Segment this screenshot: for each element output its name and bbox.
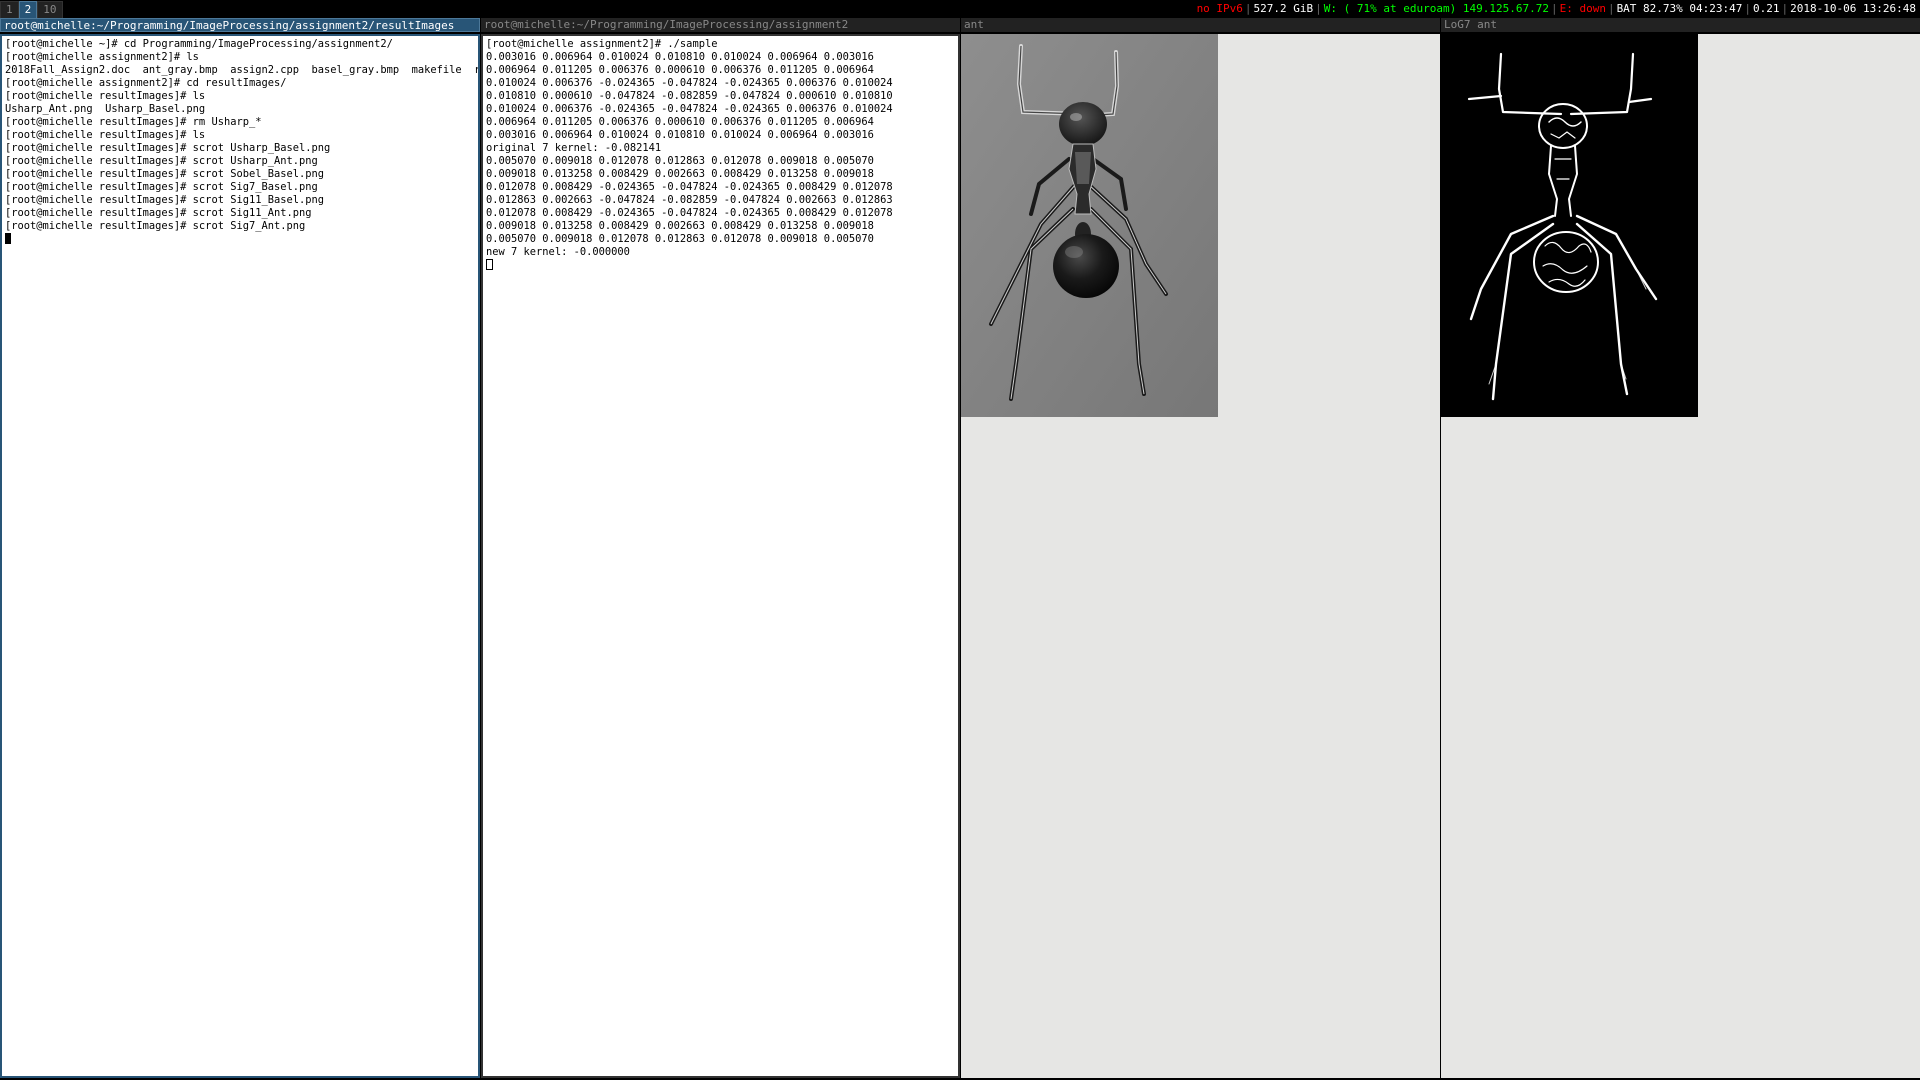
terminal-result-images[interactable]: [root@michelle ~]# cd Programming/ImageP… xyxy=(0,34,480,1078)
workspace-button-10[interactable]: 10 xyxy=(37,1,63,19)
terminal-line: [root@michelle resultImages]# scrot Sobe… xyxy=(5,168,325,180)
terminal-line: [root@michelle resultImages]# scrot Sig7… xyxy=(5,220,306,232)
terminal-prompt-line xyxy=(5,233,475,246)
kernel-row: 0.005070 0.009018 0.012078 0.012863 0.01… xyxy=(486,233,874,245)
log7-edge-map xyxy=(1441,34,1698,417)
separator: | xyxy=(1744,2,1752,15)
datetime-status: 2018-10-06 13:26:48 xyxy=(1790,2,1916,15)
window-title-ant-viewer[interactable]: ant xyxy=(961,18,1440,32)
terminal-cursor xyxy=(5,233,11,244)
i3-status-bar: 1 2 10 no IPv6 | 527.2 GiB | W: ( 71% at edu… xyxy=(0,0,1920,19)
disk-status: 527.2 GiB xyxy=(1253,2,1314,15)
status-line: no IPv6 | 527.2 GiB | W: ( 71% at eduroam) 1… xyxy=(1197,0,1916,18)
image-viewer-log7-ant[interactable] xyxy=(1441,34,1920,1078)
terminal-line: [root@michelle assignment2]# ls xyxy=(5,51,199,63)
terminal-line: [root@michelle resultImages]# scrot Sig7… xyxy=(5,181,318,193)
terminal-line: [root@michelle ~]# cd Programming/ImageP… xyxy=(5,38,393,50)
battery-status: BAT 82.73% 04:23:47 xyxy=(1616,2,1743,15)
ethernet-status: E: down xyxy=(1559,2,1606,15)
log7-edge-image xyxy=(1441,34,1698,417)
kernel-sum-line: new 7 kernel: -0.000000 xyxy=(486,246,630,258)
separator: | xyxy=(1550,2,1558,15)
separator: | xyxy=(1781,2,1789,15)
kernel-row: 0.012078 0.008429 -0.024365 -0.047824 -0… xyxy=(486,207,893,219)
terminal-line: [root@michelle resultImages]# scrot Sig1… xyxy=(5,194,325,206)
terminal-line: Usharp_Ant.png Usharp_Basel.png xyxy=(5,103,206,115)
terminal-cursor xyxy=(486,259,493,270)
terminal-line: [root@michelle assignment2]# ./sample xyxy=(486,38,718,50)
kernel-row: 0.012078 0.008429 -0.024365 -0.047824 -0… xyxy=(486,181,893,193)
kernel-row: 0.010024 0.006376 -0.024365 -0.047824 -0… xyxy=(486,103,893,115)
kernel-row: 0.005070 0.009018 0.012078 0.012863 0.01… xyxy=(486,155,874,167)
separator: | xyxy=(1244,2,1252,15)
terminal-line: [root@michelle resultImages]# scrot Sig1… xyxy=(5,207,312,219)
terminal-line: 2018Fall_Assign2.doc ant_gray.bmp assign… xyxy=(5,64,480,76)
kernel-row: 0.009018 0.013258 0.008429 0.002663 0.00… xyxy=(486,168,874,180)
kernel-row: 0.009018 0.013258 0.008429 0.002663 0.00… xyxy=(486,220,874,232)
kernel-row: 0.010810 0.000610 -0.047824 -0.082859 -0… xyxy=(486,90,893,102)
window-title-log7-viewer[interactable]: LoG7 ant xyxy=(1441,18,1920,32)
terminal-assignment2[interactable]: [root@michelle assignment2]# ./sample 0.… xyxy=(481,34,960,1078)
kernel-sum-line: original 7 kernel: -0.082141 xyxy=(486,142,662,154)
terminal-line: [root@michelle resultImages]# rm Usharp_… xyxy=(5,116,262,128)
load-status: 0.21 xyxy=(1753,2,1780,15)
kernel-row: 0.012863 0.002663 -0.047824 -0.082859 -0… xyxy=(486,194,893,206)
workspace-button-1[interactable]: 1 xyxy=(0,1,19,19)
kernel-row: 0.006964 0.011205 0.006376 0.000610 0.00… xyxy=(486,116,874,128)
workspace-button-2[interactable]: 2 xyxy=(18,1,38,19)
window-title-term2[interactable]: root@michelle:~/Programming/ImageProcess… xyxy=(481,18,960,32)
terminal-prompt-line xyxy=(486,259,955,272)
terminal-line: [root@michelle assignment2]# cd resultIm… xyxy=(5,77,287,89)
workspace-buttons: 1 2 10 xyxy=(0,0,63,19)
terminal-line: [root@michelle resultImages]# ls xyxy=(5,129,206,141)
ipv6-status: no IPv6 xyxy=(1196,2,1243,15)
kernel-row: 0.010024 0.006376 -0.024365 -0.047824 -0… xyxy=(486,77,893,89)
image-viewer-ant[interactable] xyxy=(961,34,1440,1078)
kernel-row: 0.006964 0.011205 0.006376 0.000610 0.00… xyxy=(486,64,874,76)
ant-photo xyxy=(961,34,1218,417)
separator: | xyxy=(1607,2,1615,15)
terminal-line: [root@michelle resultImages]# scrot Usha… xyxy=(5,155,318,167)
kernel-row: 0.003016 0.006964 0.010024 0.010810 0.01… xyxy=(486,51,874,63)
kernel-row: 0.003016 0.006964 0.010024 0.010810 0.01… xyxy=(486,129,874,141)
terminal-line: [root@michelle resultImages]# ls xyxy=(5,90,206,102)
wifi-status: W: ( 71% at eduroam) 149.125.67.72 xyxy=(1323,2,1549,15)
terminal-line: [root@michelle resultImages]# scrot Usha… xyxy=(5,142,331,154)
ant-grayscale-image xyxy=(961,34,1218,417)
window-title-term1[interactable]: root@michelle:~/Programming/ImageProcess… xyxy=(0,18,480,32)
separator: | xyxy=(1315,2,1322,15)
